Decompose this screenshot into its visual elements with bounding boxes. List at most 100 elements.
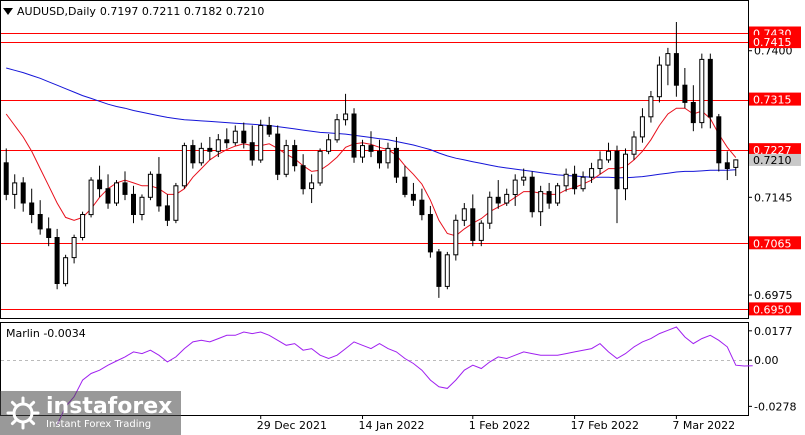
bull-candle-body: [343, 113, 349, 121]
bear-candle-body: [724, 162, 730, 170]
bull-candle-body: [258, 125, 264, 161]
level-price-label: 0.7415: [753, 36, 792, 49]
bear-candle-body: [241, 130, 247, 144]
candle: [495, 180, 501, 209]
chart-window[interactable]: 0.7400 0.7145 0.6975 0.0177 0.00 -0.0278 0.74…: [0, 0, 805, 435]
bear-candle-body: [292, 145, 298, 167]
bull-candle-body: [461, 208, 467, 221]
bear-candle-body: [707, 58, 713, 118]
bull-candle-body: [504, 193, 510, 204]
date-axis-label: 7 Mar 2022: [672, 419, 735, 432]
bull-candle-body: [114, 182, 119, 204]
date-axis-label: 14 Jan 2022: [359, 419, 425, 432]
bull-candle-body: [198, 147, 204, 164]
candle: [580, 171, 586, 192]
candle: [198, 142, 204, 166]
bear-candle-body: [546, 191, 552, 204]
candle: [436, 249, 442, 298]
bear-candle-body: [673, 53, 679, 86]
candle: [326, 134, 332, 155]
symbol-timeframe: AUDUSD,Daily: [17, 4, 96, 18]
bear-candle-body: [351, 113, 357, 158]
price-axis-label: 0.7145: [754, 191, 793, 204]
bull-candle-body: [181, 145, 187, 187]
candle: [461, 203, 467, 227]
bear-candle-body: [3, 162, 9, 195]
bull-candle-body: [334, 119, 340, 141]
bear-candle-body: [495, 196, 501, 204]
candle: [54, 228, 60, 290]
current-price-label: 0.7210: [753, 154, 792, 167]
dropdown-arrow-icon[interactable]: [3, 7, 13, 15]
candle: [427, 205, 433, 258]
candle: [656, 56, 662, 103]
bull-candle-body: [589, 168, 595, 178]
candle: [139, 194, 145, 221]
bear-candle-body: [37, 214, 43, 230]
candle: [521, 168, 527, 186]
bear-candle-body: [164, 205, 170, 221]
candle: [351, 108, 357, 163]
candle: [589, 162, 595, 183]
bear-candle-body: [249, 142, 255, 161]
candle: [631, 131, 637, 160]
bull-candle-body: [215, 139, 221, 152]
chart-title: AUDUSD,Daily 0.7197 0.7211 0.7182 0.7210: [3, 3, 265, 19]
bear-candle-body: [266, 125, 272, 135]
instaforex-logo-icon: [6, 396, 40, 430]
candle: [164, 194, 170, 227]
candle: [546, 182, 552, 209]
candle: [20, 177, 26, 212]
bull-candle-body: [453, 219, 459, 256]
candle: [419, 188, 425, 221]
bull-candle-body: [639, 116, 645, 138]
price-chart[interactable]: 0.74000.71450.69750.01770.00-0.0278 0.74…: [0, 0, 805, 435]
candle: [275, 125, 281, 181]
candle: [716, 113, 722, 172]
candle: [207, 136, 213, 160]
bull-candle-body: [623, 153, 628, 190]
candle: [334, 113, 340, 143]
candle: [478, 220, 484, 247]
bull-candle-body: [597, 159, 603, 169]
candle: [46, 217, 52, 247]
candle: [614, 145, 620, 224]
level-price-label: 0.7065: [753, 237, 792, 250]
bear-candle-body: [377, 150, 382, 164]
candle: [181, 142, 187, 189]
candle: [682, 67, 688, 109]
candle: [29, 188, 35, 224]
bear-candle-body: [97, 179, 103, 190]
candle: [122, 171, 128, 201]
bear-candle-body: [190, 145, 196, 164]
bull-candle-body: [444, 254, 450, 287]
bear-candle-body: [529, 176, 535, 213]
main-panel-border: [0, 0, 749, 319]
oscillator-title: Marlin -0.0034: [6, 327, 86, 340]
oscillator-axis-label: 0.00: [754, 354, 779, 367]
candle: [97, 165, 103, 198]
candle: [156, 157, 162, 212]
candle: [623, 148, 628, 201]
candle: [300, 154, 306, 195]
date-axis-label: 29 Dec 2021: [257, 419, 327, 432]
bull-candle-body: [699, 58, 705, 124]
date-axis-label: 1 Feb 2022: [469, 419, 530, 432]
bear-candle-body: [682, 84, 688, 103]
candle: [504, 188, 510, 206]
bull-candle-body: [656, 64, 662, 98]
watermark-brand: instaforex: [46, 394, 173, 419]
candle: [232, 125, 238, 146]
candle: [639, 108, 645, 143]
bull-candle-body: [88, 179, 94, 216]
candle: [63, 254, 69, 287]
bear-candle-body: [29, 202, 35, 215]
candle: [699, 53, 705, 129]
bull-candle-body: [538, 191, 544, 213]
price-axis-label: 0.6975: [754, 289, 793, 302]
bear-candle-body: [275, 133, 281, 175]
candle: [538, 185, 544, 227]
candle: [444, 251, 450, 290]
candle: [249, 125, 255, 166]
bear-candle-body: [368, 145, 374, 152]
